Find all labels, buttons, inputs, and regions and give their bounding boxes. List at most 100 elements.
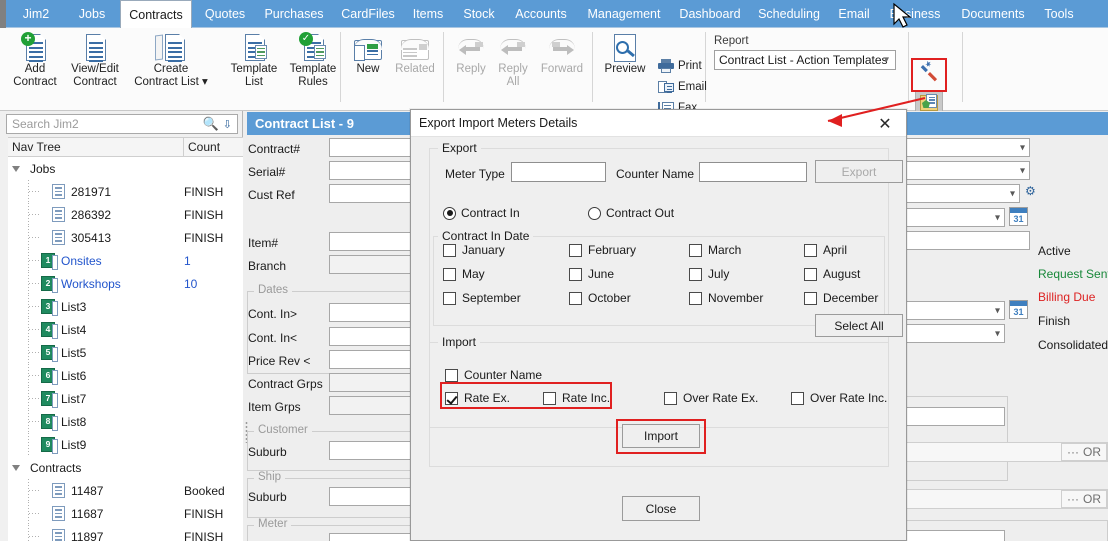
january-checkbox[interactable]: [443, 244, 456, 257]
forward-button[interactable]: Forward: [534, 35, 590, 76]
view-edit-contract-button[interactable]: View/Edit Contract: [62, 33, 128, 89]
march-checkbox[interactable]: [689, 244, 702, 257]
month-march[interactable]: March: [689, 243, 741, 257]
nav-row-list3[interactable]: 3 List3: [8, 295, 243, 318]
month-october[interactable]: October: [569, 291, 631, 305]
nav-row-workshops[interactable]: 2 Workshops 10: [8, 272, 243, 295]
month-november[interactable]: November: [689, 291, 763, 305]
month-august[interactable]: August: [804, 267, 860, 281]
nav-row-onsites[interactable]: 1 Onsites 1: [8, 249, 243, 272]
counter-name-input[interactable]: [700, 163, 806, 181]
nav-row-list8[interactable]: 8 List8: [8, 410, 243, 433]
rate-ex-checkbox[interactable]: [445, 392, 458, 405]
month-december[interactable]: December: [804, 291, 878, 305]
or-button-2[interactable]: ··· OR: [1061, 490, 1107, 508]
checkbox-row-billing-due[interactable]: Billing Due: [1038, 290, 1108, 304]
tab-dashboard[interactable]: Dashboard: [671, 0, 749, 28]
nav-row-list7[interactable]: 7 List7: [8, 387, 243, 410]
reply-all-button[interactable]: Reply All: [492, 35, 534, 89]
october-checkbox[interactable]: [569, 292, 582, 305]
november-checkbox[interactable]: [689, 292, 702, 305]
import-button[interactable]: Import: [622, 424, 700, 448]
tab-email[interactable]: Email: [829, 0, 879, 28]
tab-contracts[interactable]: Contracts: [120, 0, 192, 29]
create-contract-list-button[interactable]: Create Contract List ▾: [128, 33, 214, 89]
right-input-a[interactable]: [905, 407, 1005, 426]
over-rate-inc-checkbox[interactable]: [791, 392, 804, 405]
search-icon[interactable]: 🔍: [203, 116, 219, 132]
tab-management[interactable]: Management: [577, 0, 671, 28]
contract-in-radio[interactable]: [443, 207, 456, 220]
month-september[interactable]: September: [443, 291, 521, 305]
over-rate-ex-checkbox[interactable]: [664, 392, 677, 405]
calendar-icon[interactable]: 31: [1009, 207, 1028, 226]
magic-wand-icon[interactable]: [919, 61, 941, 83]
twisty-open-icon[interactable]: [12, 166, 20, 172]
import-counter-name-row[interactable]: Counter Name: [445, 368, 542, 382]
calendar-icon[interactable]: 31: [1009, 300, 1028, 319]
checkbox-row-request-sent[interactable]: Request Sent: [1038, 267, 1108, 281]
dialog-close-icon[interactable]: ✕: [870, 113, 900, 134]
related-email-button[interactable]: Related: [390, 35, 440, 76]
nav-row-11687[interactable]: 11687 FINISH: [8, 502, 243, 525]
date-select-a[interactable]: ▾: [905, 301, 1005, 320]
nav-row-305413[interactable]: 305413 FINISH: [8, 226, 243, 249]
nav-row-list5[interactable]: 5 List5: [8, 341, 243, 364]
tab-documents[interactable]: Documents: [951, 0, 1035, 28]
april-checkbox[interactable]: [804, 244, 817, 257]
dialog-titlebar[interactable]: Export Import Meters Details: [411, 110, 906, 137]
search-bar[interactable]: 🔍 ⇩: [6, 114, 238, 134]
tab-accounts[interactable]: Accounts: [505, 0, 577, 28]
nav-tree-body[interactable]: Jobs 281971 FINISH 286392 FINISH 305413 …: [8, 157, 243, 541]
checkbox-row-consolidated[interactable]: Consolidated: [1038, 338, 1108, 352]
report-select[interactable]: Contract List - Action Templates ▾: [714, 50, 896, 70]
close-button[interactable]: Close: [622, 496, 700, 521]
tab-scheduling[interactable]: Scheduling: [749, 0, 829, 28]
contract-out-radio[interactable]: [588, 207, 601, 220]
rate-ex-row[interactable]: Rate Ex.: [445, 391, 510, 405]
tab-cardfiles[interactable]: CardFiles: [333, 0, 403, 28]
search-input[interactable]: [7, 116, 203, 132]
contract-out-radio-row[interactable]: Contract Out: [588, 206, 674, 220]
nav-row-list4[interactable]: 4 List4: [8, 318, 243, 341]
month-april[interactable]: April: [804, 243, 847, 257]
checkbox-row-active[interactable]: Active: [1038, 244, 1108, 258]
tab-business[interactable]: Business: [879, 0, 951, 28]
july-checkbox[interactable]: [689, 268, 702, 281]
nav-row-list9[interactable]: 9 List9: [8, 433, 243, 456]
status-select-3[interactable]: ▾: [905, 184, 1020, 203]
gear-icon[interactable]: ⚙: [1025, 184, 1036, 198]
tab-jobs[interactable]: Jobs: [64, 0, 120, 28]
template-list-button[interactable]: Template List: [226, 33, 282, 89]
month-july[interactable]: July: [689, 267, 729, 281]
print-button[interactable]: Print: [658, 59, 702, 73]
tab-tools[interactable]: Tools: [1035, 0, 1083, 28]
nav-row-list6[interactable]: 6 List6: [8, 364, 243, 387]
meter-type-input-wrap[interactable]: [511, 162, 606, 182]
select-all-button[interactable]: Select All: [815, 314, 903, 337]
reply-button[interactable]: Reply: [450, 35, 492, 76]
over-rate-inc-row[interactable]: Over Rate Inc.: [791, 391, 887, 405]
checkbox-row-finish[interactable]: Finish: [1038, 314, 1108, 328]
twisty-open-icon[interactable]: [12, 465, 20, 471]
september-checkbox[interactable]: [443, 292, 456, 305]
month-january[interactable]: January: [443, 243, 505, 257]
over-rate-ex-row[interactable]: Over Rate Ex.: [664, 391, 758, 405]
counter-name-input-wrap[interactable]: [699, 162, 807, 182]
tab-items[interactable]: Items: [403, 0, 453, 28]
rate-inc-checkbox[interactable]: [543, 392, 556, 405]
or-button-1[interactable]: ··· OR: [1061, 443, 1107, 461]
may-checkbox[interactable]: [443, 268, 456, 281]
month-february[interactable]: February: [569, 243, 636, 257]
status-input-5[interactable]: [905, 231, 1030, 250]
nav-row-281971[interactable]: 281971 FINISH: [8, 180, 243, 203]
meter-type-input[interactable]: [512, 163, 605, 181]
status-select-4[interactable]: ▾: [905, 208, 1005, 227]
date-select-b[interactable]: ▾: [905, 324, 1005, 343]
tab-stock[interactable]: Stock: [453, 0, 505, 28]
nav-row-contracts[interactable]: Contracts: [8, 456, 243, 479]
export-button[interactable]: Export: [815, 160, 903, 183]
import-counter-name-checkbox[interactable]: [445, 369, 458, 382]
month-june[interactable]: June: [569, 267, 614, 281]
status-select-2[interactable]: ▾: [905, 161, 1030, 180]
